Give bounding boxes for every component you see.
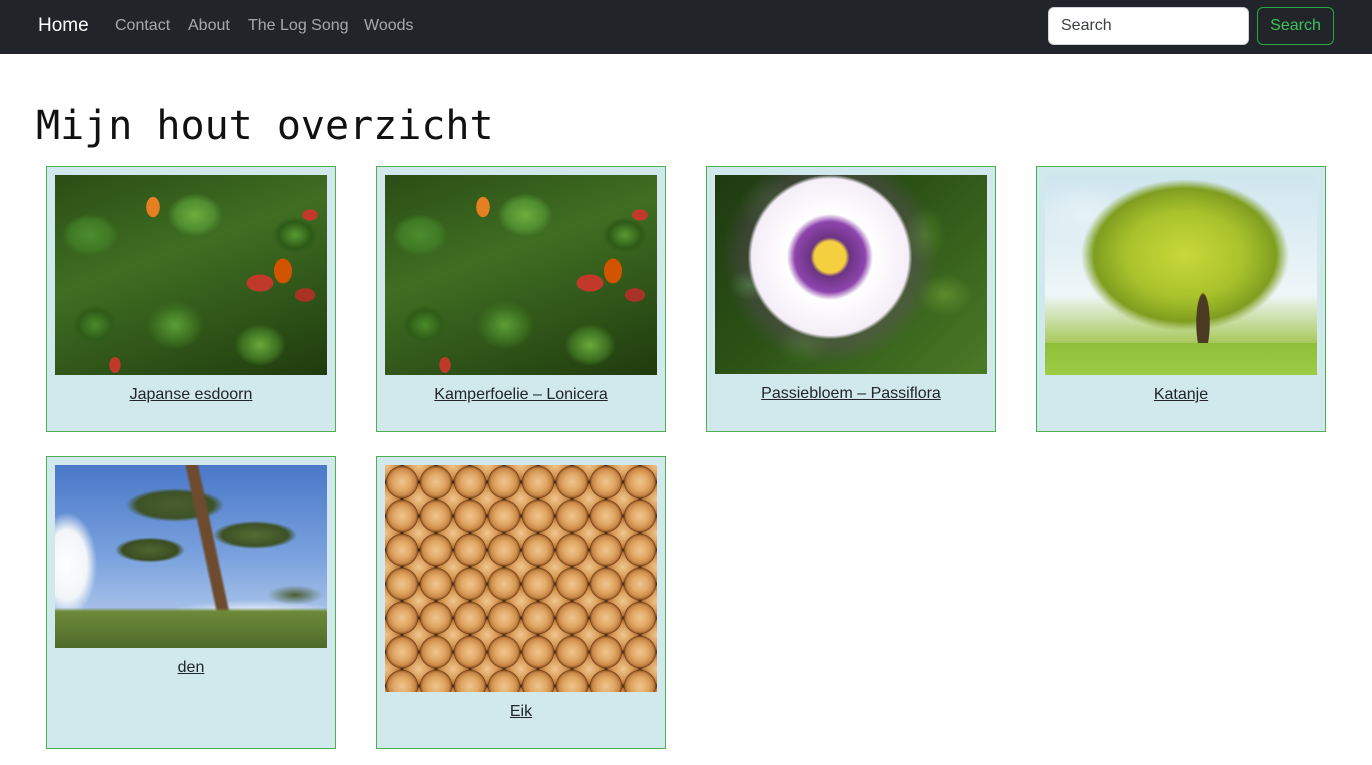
honeysuckle-flowers-photo[interactable] bbox=[55, 175, 327, 375]
nav-contact-link[interactable]: Contact bbox=[115, 16, 170, 36]
card-link-japanse-esdoorn[interactable]: Japanse esdoorn bbox=[47, 385, 335, 405]
card-link-katanje[interactable]: Katanje bbox=[1037, 385, 1325, 405]
nav-woods-link[interactable]: Woods bbox=[364, 16, 414, 36]
search-button[interactable]: Search bbox=[1257, 7, 1334, 45]
wood-card-eik: Eik bbox=[376, 456, 666, 749]
stacked-logs-photo[interactable] bbox=[385, 465, 657, 692]
wood-card-katanje: Katanje bbox=[1036, 166, 1326, 432]
navbar: Home Contact About The Log Song Woods Se… bbox=[0, 0, 1372, 54]
card-link-eik[interactable]: Eik bbox=[377, 702, 665, 722]
passion-flower-photo[interactable] bbox=[715, 175, 987, 374]
card-link-kamperfoelie[interactable]: Kamperfoelie – Lonicera bbox=[377, 385, 665, 405]
nav-home-link[interactable]: Home bbox=[38, 14, 89, 38]
page-title: Mijn hout overzicht bbox=[36, 103, 494, 149]
card-link-den[interactable]: den bbox=[47, 658, 335, 678]
wood-card-japanse-esdoorn: Japanse esdoorn bbox=[46, 166, 336, 432]
honeysuckle-flowers-photo[interactable] bbox=[385, 175, 657, 375]
wood-card-den: den bbox=[46, 456, 336, 749]
search-input[interactable] bbox=[1048, 7, 1249, 45]
nav-log-song-link[interactable]: The Log Song bbox=[248, 16, 349, 36]
nav-about-link[interactable]: About bbox=[188, 16, 230, 36]
wood-card-passiebloem: Passiebloem – Passiflora bbox=[706, 166, 996, 432]
pine-tree-photo[interactable] bbox=[55, 465, 327, 648]
wood-card-kamperfoelie: Kamperfoelie – Lonicera bbox=[376, 166, 666, 432]
card-link-passiebloem[interactable]: Passiebloem – Passiflora bbox=[707, 384, 995, 404]
green-tree-photo[interactable] bbox=[1045, 175, 1317, 375]
